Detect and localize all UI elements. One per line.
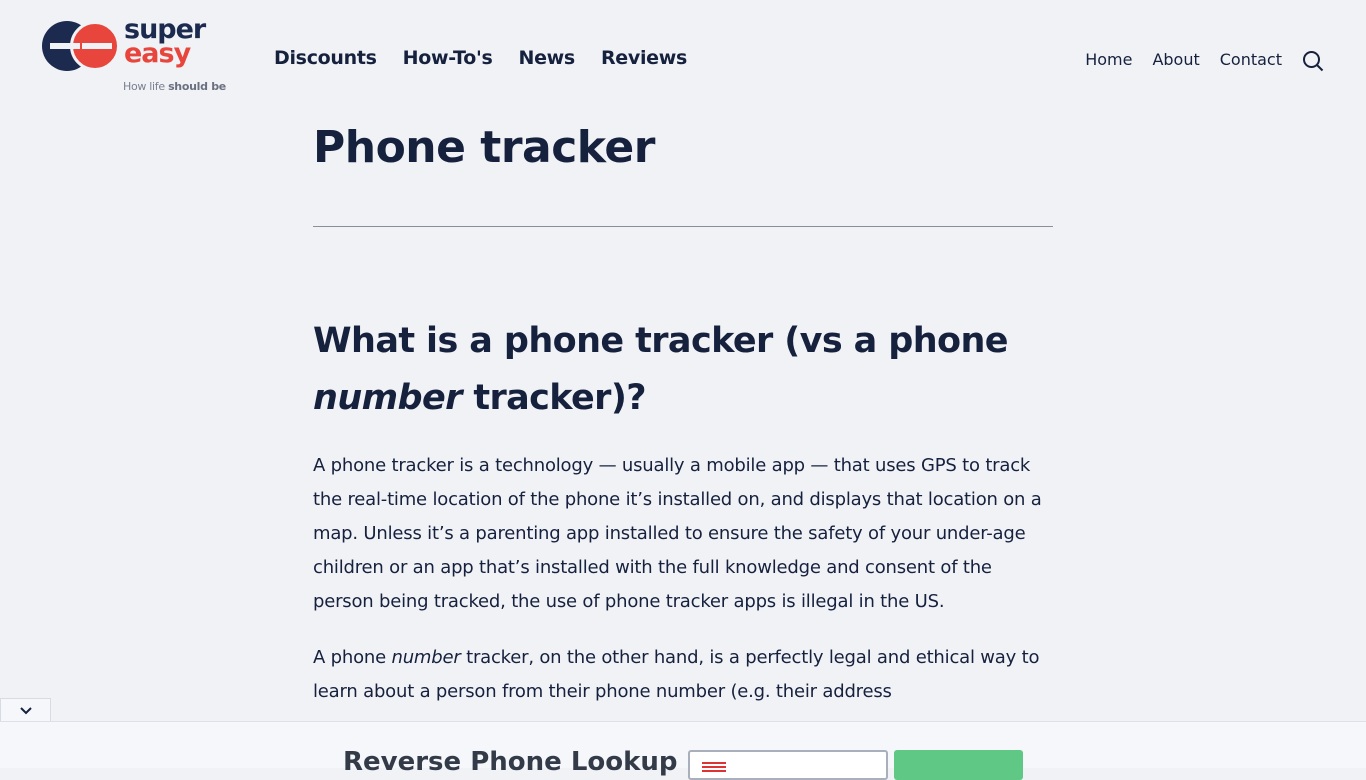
main-nav: Discounts How-To's News Reviews (274, 47, 687, 69)
us-flag-icon[interactable] (702, 762, 726, 774)
chevron-down-icon (19, 707, 32, 715)
article: Phone tracker What is a phone tracker (v… (313, 118, 1053, 709)
logo-word-easy: easy (124, 38, 191, 69)
lookup-title: Reverse Phone Lookup (343, 747, 678, 777)
logo[interactable]: super easy How life should be (42, 14, 232, 98)
nav-contact[interactable]: Contact (1220, 50, 1282, 69)
search-button[interactable] (894, 750, 1023, 780)
secondary-nav: Home About Contact (1085, 50, 1282, 69)
nav-about[interactable]: About (1152, 50, 1199, 69)
section-heading: What is a phone tracker (vs a phone numb… (313, 321, 1009, 418)
search-icon[interactable] (1302, 50, 1324, 72)
site-header: super easy How life should be Discounts … (0, 0, 1366, 110)
nav-discounts[interactable]: Discounts (274, 47, 377, 69)
nav-reviews[interactable]: Reviews (601, 47, 687, 69)
phone-input[interactable] (688, 750, 888, 780)
paragraph: A phone number tracker, on the other han… (313, 647, 1040, 702)
logo-tagline: How life should be (123, 80, 226, 93)
paragraph: A phone tracker is a technology — usuall… (313, 455, 1042, 612)
nav-home[interactable]: Home (1085, 50, 1132, 69)
collapse-bar-button[interactable] (0, 698, 51, 722)
nav-how-tos[interactable]: How-To's (403, 47, 493, 69)
divider (313, 226, 1053, 227)
reverse-lookup-bar: Reverse Phone Lookup (0, 721, 1366, 780)
page-title: Phone tracker (313, 122, 655, 173)
nav-news[interactable]: News (518, 47, 575, 69)
